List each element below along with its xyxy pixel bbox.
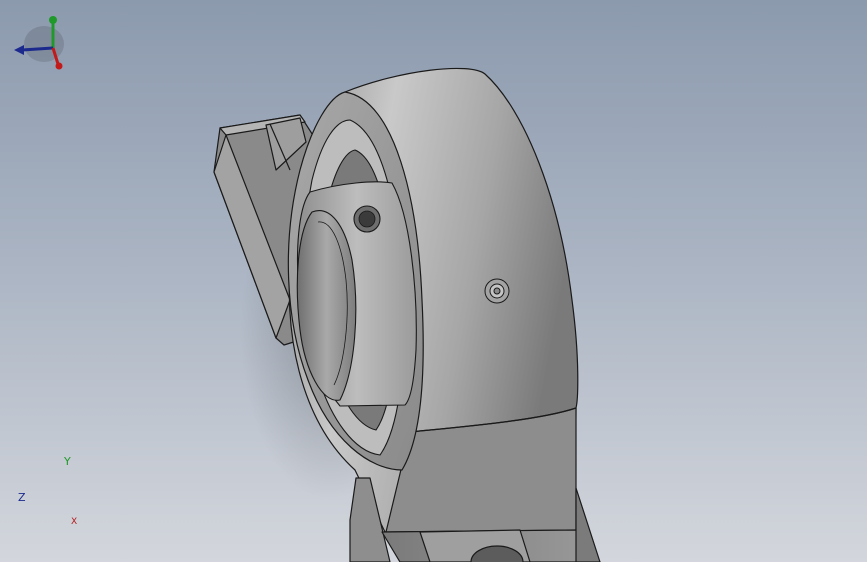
x-axis-icon bbox=[55, 62, 63, 70]
z-axis-line bbox=[21, 46, 54, 52]
graphics-viewport[interactable]: Y Z X bbox=[0, 0, 867, 562]
triad-z-label: Z bbox=[18, 491, 26, 504]
triad-y-label: Y bbox=[64, 455, 71, 468]
triad-shadow bbox=[24, 26, 64, 62]
model-render[interactable] bbox=[0, 0, 867, 562]
z-axis-icon bbox=[14, 45, 24, 55]
triad-x-label: X bbox=[71, 517, 78, 527]
view-orientation-triad[interactable] bbox=[0, 0, 70, 78]
y-axis-icon bbox=[49, 16, 57, 24]
grease-fitting[interactable] bbox=[484, 278, 510, 304]
